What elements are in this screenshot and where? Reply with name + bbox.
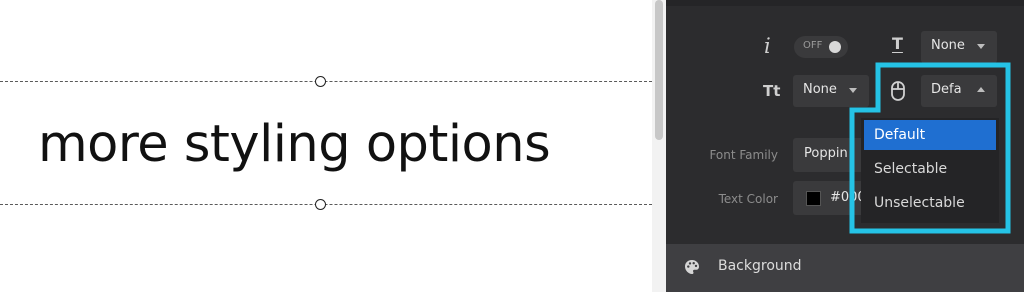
- dropdown-option-default[interactable]: Default: [864, 120, 996, 150]
- top-guide-line: [0, 81, 652, 82]
- cursor-select-value: Defa: [931, 82, 962, 97]
- panel-top-edge: [666, 0, 1024, 6]
- bottom-resize-handle[interactable]: [315, 199, 326, 210]
- underline-icon: T: [892, 34, 903, 53]
- underline-select-value: None: [931, 38, 965, 53]
- heading-text[interactable]: more styling options: [38, 110, 551, 180]
- top-resize-handle[interactable]: [315, 76, 326, 87]
- dropdown-option-unselectable[interactable]: Unselectable: [864, 188, 996, 218]
- toggle-label: OFF: [803, 40, 823, 51]
- text-color-label: Text Color: [718, 192, 778, 206]
- mouse-icon: [891, 81, 905, 101]
- background-section-header[interactable]: Background: [666, 244, 1024, 292]
- canvas-area: more styling options: [0, 0, 652, 292]
- chevron-down-icon: [849, 88, 857, 93]
- background-section-label: Background: [718, 258, 802, 274]
- underline-select[interactable]: None: [921, 31, 997, 63]
- palette-icon: [685, 260, 699, 274]
- font-family-label: Font Family: [709, 148, 778, 162]
- italic-icon: i: [764, 34, 771, 58]
- chevron-down-icon: [977, 44, 985, 49]
- cursor-dropdown-menu: Default Selectable Unselectable: [861, 118, 999, 223]
- bottom-guide-line: [0, 204, 652, 205]
- dropdown-option-selectable[interactable]: Selectable: [864, 154, 996, 184]
- color-swatch[interactable]: [806, 191, 821, 206]
- cursor-select[interactable]: Defa: [921, 75, 997, 107]
- italic-toggle[interactable]: OFF: [794, 36, 848, 58]
- text-transform-select-value: None: [803, 82, 837, 97]
- scrollbar-thumb[interactable]: [655, 0, 663, 140]
- text-transform-select[interactable]: None: [793, 75, 869, 107]
- text-transform-icon: Tt: [763, 82, 781, 100]
- canvas-scrollbar[interactable]: [652, 0, 666, 292]
- font-family-value: Poppin: [804, 146, 848, 161]
- chevron-up-icon: [977, 87, 985, 92]
- toggle-knob: [829, 41, 841, 53]
